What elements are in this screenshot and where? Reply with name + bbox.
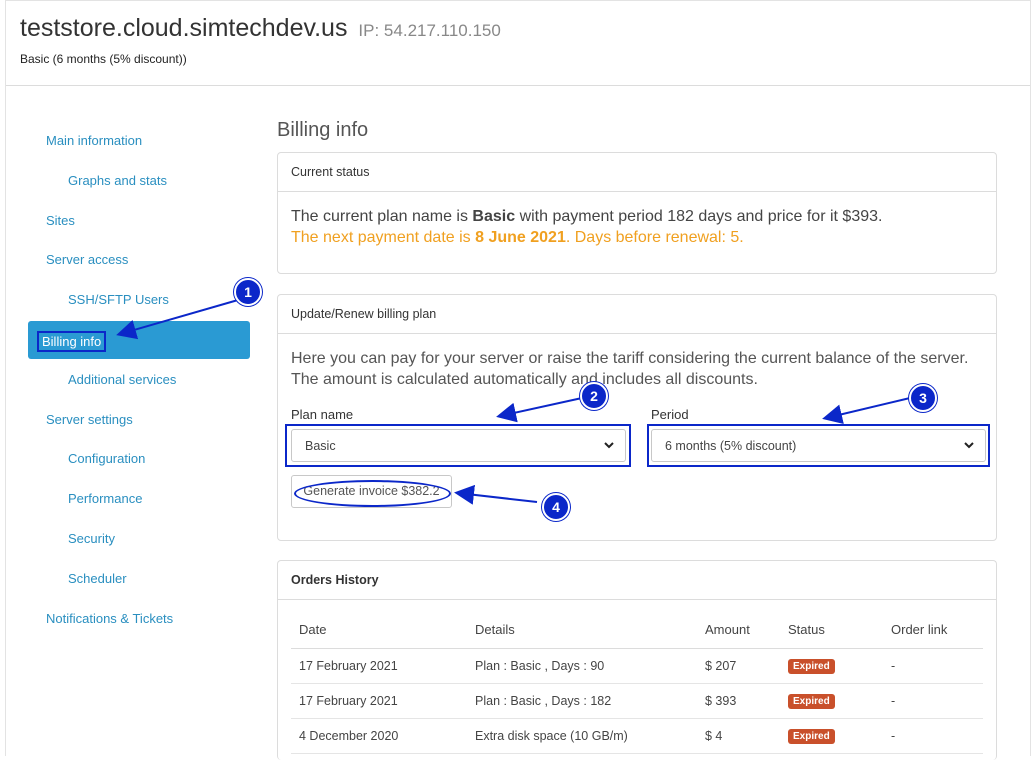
order-status-cell: Expired xyxy=(780,648,883,684)
current-plan-subtitle: Basic (6 months (5% discount)) xyxy=(20,52,187,66)
sidebar-item-ssh-sftp-users[interactable]: SSH/SFTP Users xyxy=(68,292,169,307)
order-date: 17 February 2021 xyxy=(291,648,467,684)
sidebar-item-billing-info[interactable]: Billing info xyxy=(28,321,250,359)
table-header-row: Date Details Amount Status Order link xyxy=(291,611,983,649)
generate-button-highlight xyxy=(294,480,451,507)
chevron-down-icon xyxy=(604,442,614,449)
current-status-panel: Current status The current plan name is … xyxy=(277,152,997,274)
column-header: Details xyxy=(467,611,697,649)
sidebar-item-label: Billing info xyxy=(37,331,107,352)
server-header: teststore.cloud.simtechdev.us IP: 54.217… xyxy=(6,0,1030,86)
column-header: Date xyxy=(291,611,467,649)
order-details: Plan : Basic , Days : 182 xyxy=(467,683,697,719)
update-plan-panel: Update/Renew billing plan Here you can p… xyxy=(277,294,997,541)
sidebar-item-scheduler[interactable]: Scheduler xyxy=(68,571,127,586)
column-header: Status xyxy=(780,611,883,649)
period-value: 6 months (5% discount) xyxy=(665,439,797,453)
sidebar-item-configuration[interactable]: Configuration xyxy=(68,451,145,466)
plan-name-value: Basic xyxy=(305,439,336,453)
table-row: 4 December 2020 Extra disk space (10 GB/… xyxy=(291,718,983,754)
annotation-marker-4: 4 xyxy=(542,493,570,521)
sidebar-item-additional-services[interactable]: Additional services xyxy=(68,372,176,387)
status-text: . Days before renewal: 5. xyxy=(565,229,744,246)
sidebar-item-notifications-tickets[interactable]: Notifications & Tickets xyxy=(46,611,173,626)
status-text: The next payment date is xyxy=(291,229,476,246)
sidebar-item-main-information[interactable]: Main information xyxy=(46,133,142,148)
table-row: 17 February 2021 Plan : Basic , Days : 9… xyxy=(291,648,983,684)
panel-heading: Current status xyxy=(278,153,996,192)
period-select[interactable]: 6 months (5% discount) xyxy=(651,429,986,462)
annotation-marker-3: 3 xyxy=(909,384,937,412)
status-badge: Expired xyxy=(788,728,835,744)
status-line-plan: The current plan name is Basic with paym… xyxy=(291,208,882,226)
order-details: Extra disk space (10 GB/m) xyxy=(467,718,697,754)
column-header: Order link xyxy=(883,611,983,649)
sidebar-item-security[interactable]: Security xyxy=(68,531,115,546)
table-row: 17 February 2021 Plan : Basic , Days : 1… xyxy=(291,683,983,719)
order-amount: $ 4 xyxy=(697,718,780,754)
status-badge: Expired xyxy=(788,658,835,674)
page-title: Billing info xyxy=(277,119,369,141)
status-line-next-payment: The next payment date is 8 June 2021. Da… xyxy=(291,229,744,247)
period-label: Period xyxy=(651,407,689,422)
hostname-text: teststore.cloud.simtechdev.us xyxy=(20,14,348,42)
status-text: The current plan name is xyxy=(291,208,473,225)
order-date: 4 December 2020 xyxy=(291,718,467,754)
order-link: - xyxy=(883,648,983,684)
annotation-marker-1: 1 xyxy=(234,278,262,306)
plan-name-label: Plan name xyxy=(291,407,354,422)
server-hostname: teststore.cloud.simtechdev.us IP: 54.217… xyxy=(20,14,501,43)
status-text: with payment period 182 days and price f… xyxy=(515,208,883,225)
order-link: - xyxy=(883,718,983,754)
sidebar-item-performance[interactable]: Performance xyxy=(68,491,142,506)
column-header: Amount xyxy=(697,611,780,649)
order-status-cell: Expired xyxy=(780,718,883,754)
order-date: 17 February 2021 xyxy=(291,683,467,719)
panel-heading: Update/Renew billing plan xyxy=(278,295,996,334)
order-details: Plan : Basic , Days : 90 xyxy=(467,648,697,684)
order-amount: $ 207 xyxy=(697,648,780,684)
order-amount: $ 393 xyxy=(697,683,780,719)
order-link: - xyxy=(883,683,983,719)
sidebar-item-sites[interactable]: Sites xyxy=(46,213,75,228)
sidebar-item-graphs-and-stats[interactable]: Graphs and stats xyxy=(68,173,167,188)
orders-history-panel: Orders History Date Details Amount Statu… xyxy=(277,560,997,760)
server-ip: IP: 54.217.110.150 xyxy=(358,21,501,40)
annotation-marker-2: 2 xyxy=(580,382,608,410)
order-status-cell: Expired xyxy=(780,683,883,719)
panel-heading: Orders History xyxy=(278,561,996,600)
sidebar-item-server-access[interactable]: Server access xyxy=(46,252,128,267)
plan-name-select[interactable]: Basic xyxy=(291,429,626,462)
next-payment-date: 8 June 2021 xyxy=(475,229,566,246)
status-plan-name: Basic xyxy=(472,208,516,225)
orders-table: Date Details Amount Status Order link 17… xyxy=(291,611,983,754)
plan-description: Here you can pay for your server or rais… xyxy=(291,350,969,388)
chevron-down-icon xyxy=(964,442,974,449)
status-badge: Expired xyxy=(788,693,835,709)
sidebar-item-server-settings[interactable]: Server settings xyxy=(46,412,133,427)
